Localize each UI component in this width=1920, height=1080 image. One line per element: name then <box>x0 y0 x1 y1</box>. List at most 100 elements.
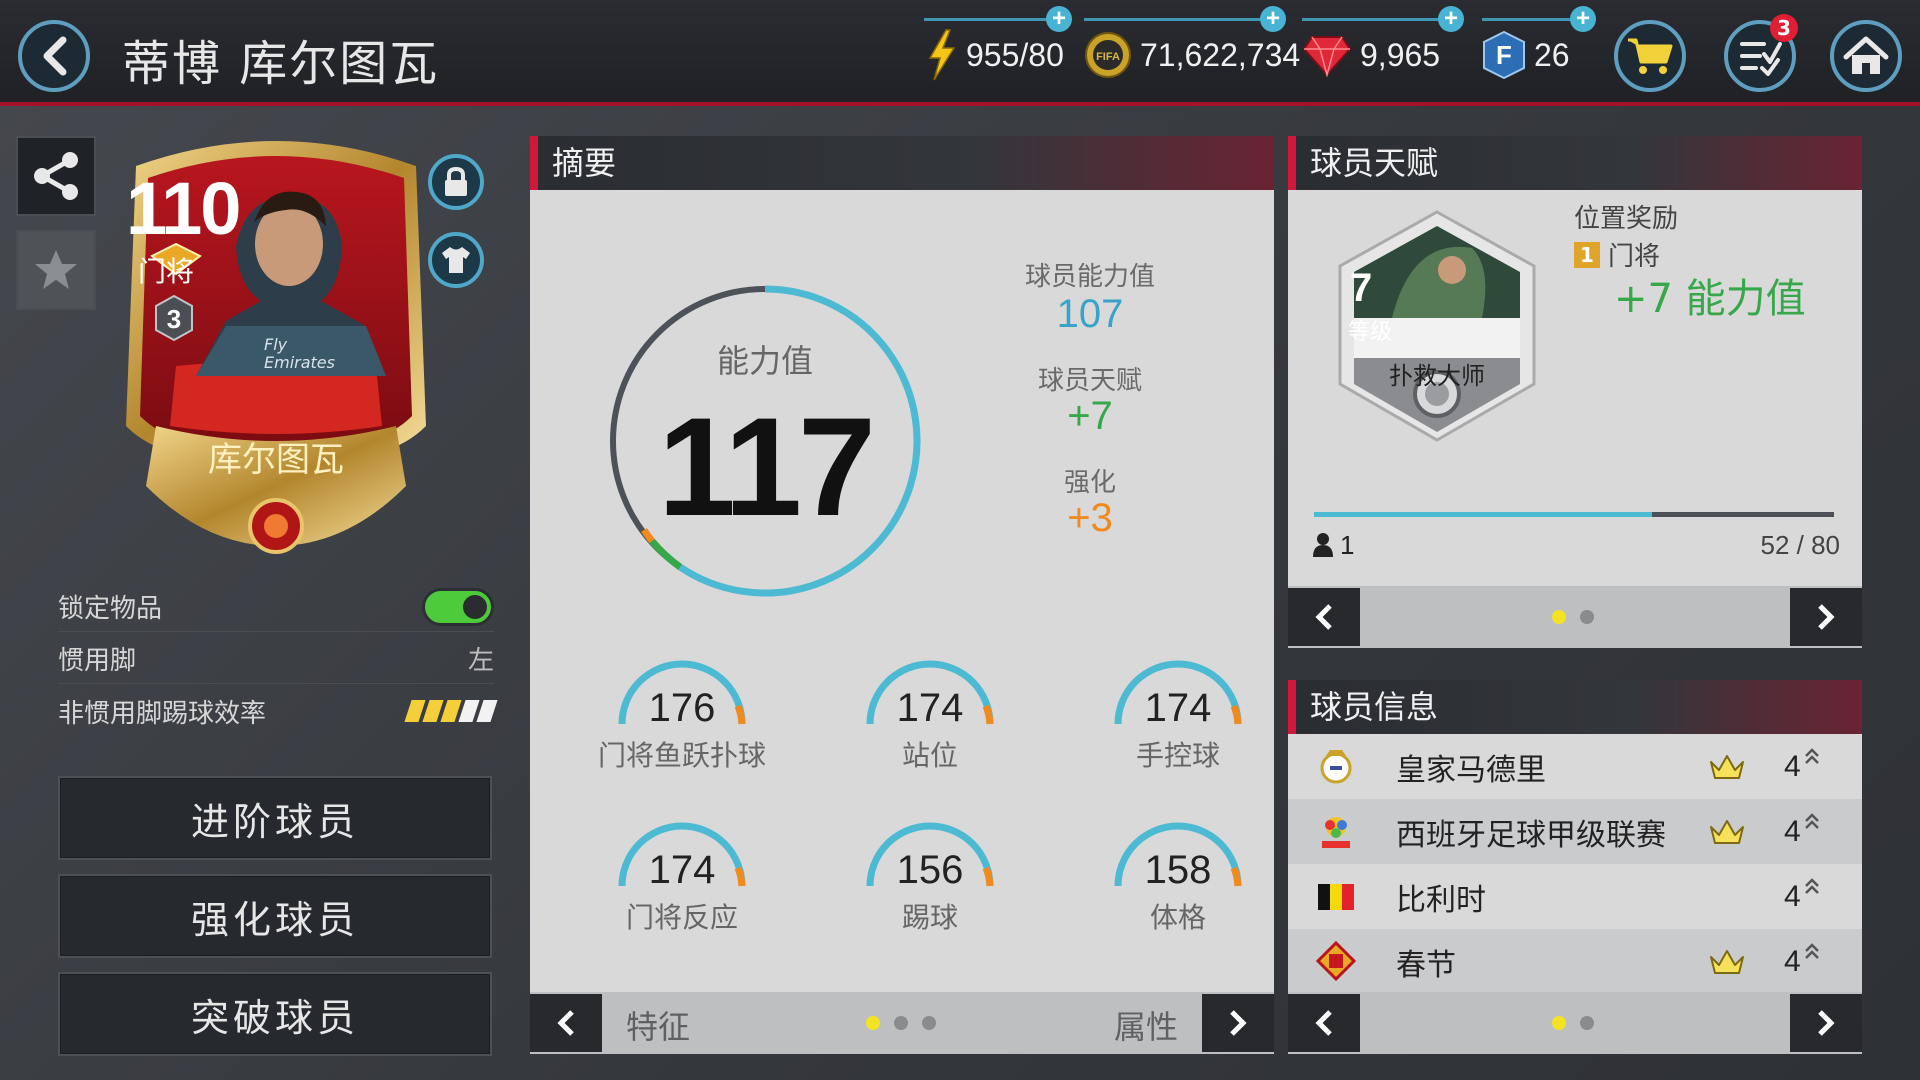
chevron-right-icon <box>1818 1010 1835 1036</box>
talent-header: 球员天赋 <box>1288 136 1862 190</box>
talent-level-label: 等级 <box>1348 320 1393 345</box>
player-info-name: 皇家马德里 <box>1396 752 1546 788</box>
talent-progress-fill <box>1314 512 1652 517</box>
info-next-button[interactable] <box>1790 994 1862 1052</box>
attribute-label: 手控球 <box>1135 739 1220 772</box>
add-coins-button[interactable]: + <box>1260 6 1286 32</box>
attribute-label: 门将反应 <box>625 901 738 934</box>
summary-footer-left-label[interactable]: 特征 <box>626 1002 690 1048</box>
coin-icon: FIFA <box>1085 32 1131 78</box>
advance-player-button[interactable]: 进阶球员 <box>58 776 492 860</box>
add-energy-button[interactable]: + <box>1046 6 1072 32</box>
enhance-bonus-value: +3 <box>1067 496 1113 540</box>
real-madrid-crest-icon <box>1320 750 1352 784</box>
summary-next-button[interactable] <box>1202 994 1274 1052</box>
summary-header: 摘要 <box>530 136 1274 190</box>
position-bonus-rank: 1 <box>1574 242 1600 268</box>
player-info-name: 西班牙足球甲级联赛 <box>1396 817 1666 853</box>
shopping-cart-icon <box>1628 38 1673 74</box>
ovr-label: 能力值 <box>716 342 813 380</box>
talent-next-button[interactable] <box>1790 588 1862 646</box>
talent-bonus-label: 球员天赋 <box>1037 366 1142 396</box>
summary-footer-right-label[interactable]: 属性 <box>1114 1002 1178 1048</box>
share-button[interactable] <box>16 136 96 216</box>
player-info-level: 4 <box>1784 814 1801 848</box>
breakthrough-player-button[interactable]: 突破球员 <box>58 972 492 1056</box>
attribute-label: 门将鱼跃扑球 <box>597 739 766 772</box>
attribute-value: 174 <box>1144 686 1212 730</box>
card-rank: 3 <box>166 304 182 334</box>
preferred-foot-row: 惯用脚 左 <box>58 634 494 684</box>
home-icon <box>1843 36 1889 74</box>
lunar-new-year-icon <box>1316 941 1356 981</box>
level-up-chevron-icon <box>1805 943 1819 959</box>
talent-skill-name: 扑救大师 <box>1389 362 1485 390</box>
info-prev-button[interactable] <box>1288 994 1360 1052</box>
weak-foot-label: 非惯用脚踢球效率 <box>58 698 267 729</box>
player-info-panel: 球员信息 皇家马德里 4 西班牙足球甲级联赛 4 比利时 4 春节 4 <box>1288 680 1862 1054</box>
talent-page-dots <box>1552 610 1594 624</box>
svg-text:FIFA: FIFA <box>1096 51 1120 63</box>
weak-foot-row: 非惯用脚踢球效率 <box>58 686 498 736</box>
talent-prev-button[interactable] <box>1288 588 1360 646</box>
enhance-player-button[interactable]: 强化球员 <box>58 874 492 958</box>
player-info-row[interactable]: 春节 4 <box>1288 929 1862 994</box>
level-up-chevron-icon <box>1805 813 1819 829</box>
player-info-row[interactable]: 皇家马德里 4 <box>1288 734 1862 799</box>
favorite-button[interactable] <box>16 230 96 310</box>
level-up-chevron-icon <box>1805 878 1819 894</box>
card-jersey-text: Fly Emirates <box>264 335 335 372</box>
card-kit-button[interactable] <box>428 232 484 288</box>
info-page-dots <box>1552 1016 1594 1030</box>
gem-icon <box>1302 36 1352 77</box>
card-player-name: 库尔图瓦 <box>208 440 344 480</box>
talent-bonus-value: +7 <box>1067 394 1113 438</box>
chevron-left-icon <box>1315 1010 1332 1036</box>
card-position: 门将 <box>138 255 195 288</box>
store-button[interactable] <box>1614 20 1686 92</box>
summary-prev-button[interactable] <box>530 994 602 1052</box>
gems-value: 9,965 <box>1360 36 1441 73</box>
chevron-left-icon <box>557 1010 574 1036</box>
chevron-left-icon <box>1315 604 1332 630</box>
player-ovr-value: 107 <box>1056 292 1124 336</box>
summary-page-dots <box>866 1016 936 1030</box>
star-icon <box>35 250 77 289</box>
player-info-name: 比利时 <box>1396 882 1486 918</box>
energy-counter[interactable]: + 955/80 <box>924 6 1072 82</box>
card-rating: 110 <box>126 167 241 250</box>
home-button[interactable] <box>1830 20 1902 92</box>
card-lock-button[interactable] <box>428 154 484 210</box>
position-bonus-value: +7 能力值 <box>1614 276 1806 322</box>
enhance-bonus-label: 强化 <box>1063 468 1116 498</box>
player-info-footer <box>1288 992 1862 1054</box>
add-gems-button[interactable]: + <box>1438 6 1464 32</box>
player-info-name: 春节 <box>1396 947 1456 983</box>
fifa-points-value: 26 <box>1534 36 1570 73</box>
fifa-points-icon: F <box>1483 30 1525 80</box>
player-card[interactable]: 110 门将 3 Fly Emirates 库尔图瓦 <box>96 126 456 566</box>
user-icon <box>1313 533 1333 557</box>
player-info-row[interactable]: 比利时 4 <box>1288 864 1862 929</box>
tasks-button[interactable]: 3 <box>1724 14 1798 92</box>
position-bonus-title: 位置奖励 <box>1574 204 1679 234</box>
gems-counter[interactable]: + 9,965 <box>1302 6 1464 82</box>
belgium-flag-icon <box>1318 884 1354 910</box>
back-button[interactable] <box>18 20 90 92</box>
lock-item-label: 锁定物品 <box>58 594 163 624</box>
player-info-row[interactable]: 西班牙足球甲级联赛 4 <box>1288 799 1862 864</box>
lock-item-toggle[interactable] <box>422 587 494 626</box>
talent-progress-text: 52 / 80 <box>1760 530 1840 560</box>
chevron-right-icon <box>1818 604 1835 630</box>
coins-counter[interactable]: + FIFA 71,622,734 <box>1084 6 1300 82</box>
player-info-level: 4 <box>1784 944 1801 978</box>
attribute-label: 站位 <box>901 739 958 772</box>
fifa-points-counter[interactable]: + F 26 <box>1482 6 1596 82</box>
ovr-value: 117 <box>658 388 876 545</box>
laliga-logo-icon <box>1322 817 1350 848</box>
svg-text:F: F <box>1496 40 1512 70</box>
add-fifa-points-button[interactable]: + <box>1570 6 1596 32</box>
weak-foot-rating <box>404 700 498 722</box>
level-up-chevron-icon <box>1805 748 1819 764</box>
talent-panel: 球员天赋 7 等级 扑救大师 位置奖励 1 门将 +7 能力值 1 52 / 8… <box>1288 136 1862 648</box>
